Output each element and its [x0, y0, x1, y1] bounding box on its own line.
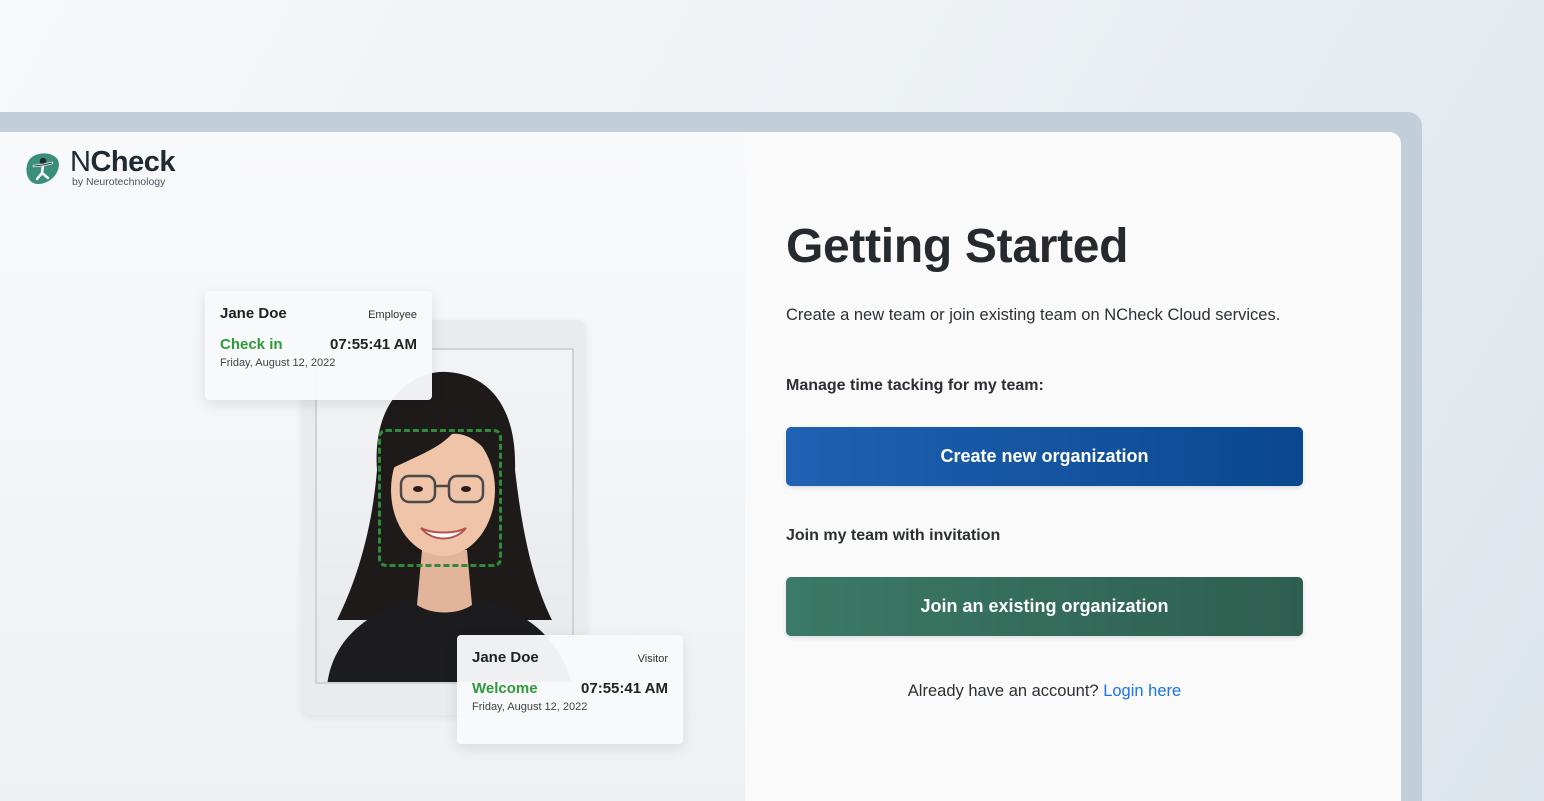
brand-name-light: N	[70, 146, 91, 179]
join-organization-button[interactable]: Join an existing organization	[786, 577, 1303, 636]
visitor-time: 07:55:41 AM	[581, 680, 668, 697]
employee-date: Friday, August 12, 2022	[220, 357, 336, 369]
brand-subtitle: by Neurotechnology	[72, 176, 166, 189]
visitor-welcome-card: Jane Doe Visitor Welcome 07:55:41 AM Fri…	[457, 635, 683, 744]
app-window: NCheck by Neurotechnology Jane Doe Emplo…	[0, 132, 1401, 801]
brand-name-bold: Check	[90, 146, 175, 179]
employee-role: Employee	[368, 309, 417, 321]
visitor-date: Friday, August 12, 2022	[472, 701, 588, 713]
brand-name: NCheck	[70, 148, 175, 177]
login-link[interactable]: Login here	[1103, 682, 1181, 700]
ncheck-logo-icon	[26, 153, 59, 184]
employee-time: 07:55:41 AM	[330, 336, 417, 353]
visitor-status: Welcome	[472, 680, 538, 697]
visitor-name: Jane Doe	[472, 649, 539, 666]
create-organization-button[interactable]: Create new organization	[786, 427, 1303, 486]
ncheck-logo: NCheck by Neurotechnology	[22, 148, 175, 188]
getting-started-content: Getting Started Create a new team or joi…	[786, 218, 1303, 701]
face-detection-box	[378, 429, 502, 567]
join-team-label: Join my team with invitation	[786, 527, 1001, 544]
login-prompt: Already have an account? Login here	[786, 682, 1303, 701]
page-title: Getting Started	[786, 220, 1129, 273]
login-prompt-text: Already have an account?	[907, 682, 1099, 700]
employee-name: Jane Doe	[220, 305, 287, 322]
employee-status: Check in	[220, 336, 283, 353]
manage-team-label: Manage time tacking for my team:	[786, 377, 1044, 394]
visitor-role: Visitor	[637, 653, 668, 665]
page-subtitle: Create a new team or join existing team …	[786, 306, 1281, 324]
employee-checkin-card: Jane Doe Employee Check in 07:55:41 AM F…	[205, 291, 432, 400]
